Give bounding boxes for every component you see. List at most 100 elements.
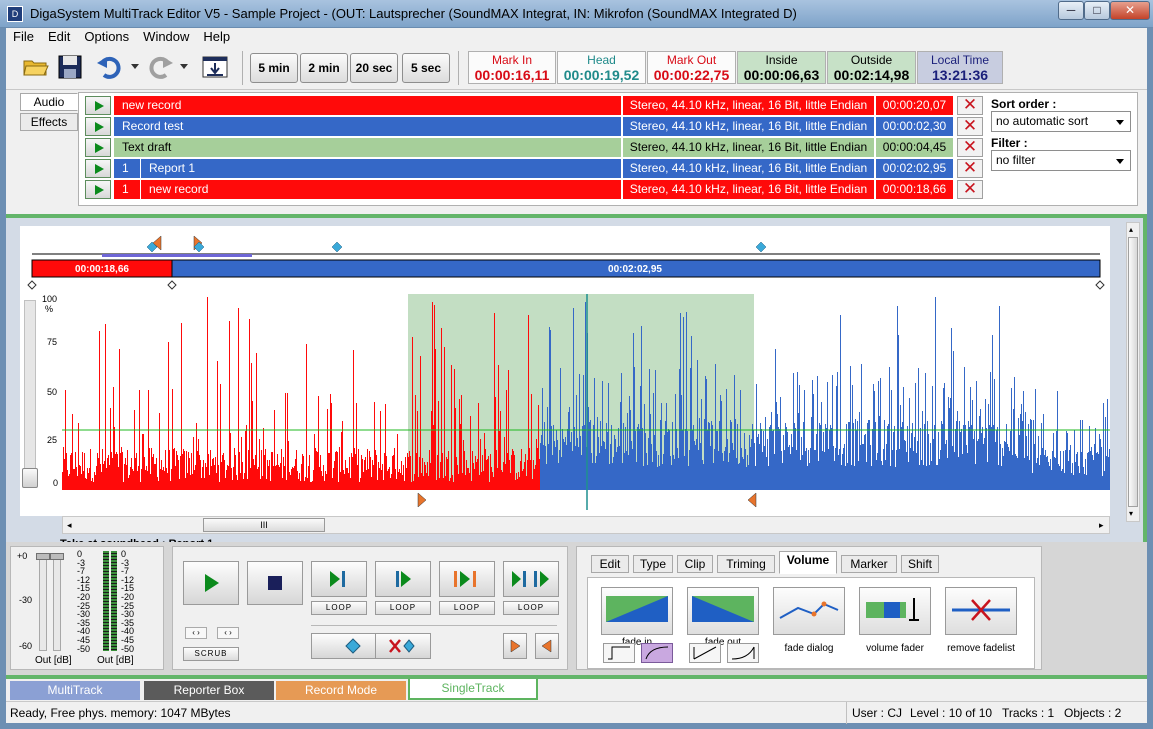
fade-out-button[interactable] bbox=[687, 587, 759, 635]
fader-left[interactable] bbox=[39, 553, 47, 651]
gain-slider-thumb[interactable] bbox=[22, 468, 38, 488]
redo-dropdown-icon[interactable] bbox=[179, 63, 189, 71]
play-object-button[interactable] bbox=[85, 117, 111, 136]
fade-dialog-button[interactable] bbox=[773, 587, 845, 635]
object-row[interactable]: 1 new record Stereo, 44.10 kHz, linear, 16… bbox=[85, 180, 991, 199]
waveform-canvas[interactable] bbox=[62, 294, 1110, 490]
tab-marker[interactable]: Marker bbox=[841, 555, 897, 573]
scroll-left-icon[interactable]: ◂ bbox=[67, 520, 72, 531]
menu-edit[interactable]: Edit bbox=[41, 28, 77, 44]
segment-handle-icon[interactable] bbox=[167, 280, 177, 290]
fade-in-button[interactable] bbox=[601, 587, 673, 635]
curve-s-button[interactable] bbox=[727, 643, 759, 663]
menu-file[interactable]: File bbox=[6, 28, 41, 44]
fader-right[interactable] bbox=[53, 553, 61, 651]
scroll-up-icon[interactable]: ▴ bbox=[1129, 225, 1133, 234]
zoom-5sec-button[interactable]: 5 sec bbox=[402, 53, 450, 83]
scroll-thumb[interactable]: III bbox=[203, 518, 325, 532]
menu-options[interactable]: Options bbox=[77, 28, 136, 44]
bottom-tab-reporter-box[interactable]: Reporter Box bbox=[144, 681, 274, 700]
open-folder-icon[interactable] bbox=[22, 53, 50, 81]
delete-marker-button[interactable] bbox=[375, 633, 431, 659]
play-to-marker-button[interactable] bbox=[311, 561, 367, 597]
play-selection-button[interactable] bbox=[439, 561, 495, 597]
play-object-button[interactable] bbox=[85, 96, 111, 115]
object-row[interactable]: Record test Stereo, 44.10 kHz, linear, 16… bbox=[85, 117, 991, 136]
tab-triming[interactable]: Triming bbox=[717, 555, 775, 573]
delete-object-icon[interactable]: ✕ bbox=[957, 180, 983, 199]
play-object-button[interactable] bbox=[85, 138, 111, 157]
play-outside-button[interactable] bbox=[503, 561, 559, 597]
minimize-button[interactable]: ─ bbox=[1058, 1, 1084, 20]
volume-fader-button[interactable] bbox=[859, 587, 931, 635]
import-icon[interactable] bbox=[201, 53, 229, 81]
loop-button-4[interactable]: LOOP bbox=[503, 601, 559, 615]
next-flag-button[interactable] bbox=[503, 633, 527, 659]
delete-object-icon[interactable]: ✕ bbox=[957, 117, 983, 136]
curve-exp-button[interactable] bbox=[641, 643, 673, 663]
gain-slider-track[interactable] bbox=[24, 300, 36, 486]
tab-shift[interactable]: Shift bbox=[901, 555, 939, 573]
menu-bar: File Edit Options Window Help bbox=[6, 28, 1147, 47]
play-from-marker-button[interactable] bbox=[375, 561, 431, 597]
nudge-right-button[interactable]: ‹ › bbox=[217, 627, 239, 639]
loop-button-1[interactable]: LOOP bbox=[311, 601, 367, 615]
horizontal-scrollbar[interactable]: ◂ III ▸ bbox=[62, 516, 1110, 534]
nudge-left-button[interactable]: ‹ › bbox=[185, 627, 207, 639]
redo-icon[interactable] bbox=[146, 53, 174, 81]
segment-handle-icon[interactable] bbox=[1095, 280, 1105, 290]
curve-log-button[interactable] bbox=[603, 643, 635, 663]
remove-fadelist-button[interactable] bbox=[945, 587, 1017, 635]
object-row[interactable]: 1 Report 1 Stereo, 44.10 kHz, linear, 16 B… bbox=[85, 159, 991, 178]
play-object-button[interactable] bbox=[85, 159, 111, 178]
menu-window[interactable]: Window bbox=[136, 28, 196, 44]
tab-effects[interactable]: Effects bbox=[20, 113, 78, 131]
fader-thumb[interactable] bbox=[50, 553, 64, 560]
menu-help[interactable]: Help bbox=[196, 28, 237, 44]
scroll-down-icon[interactable]: ▾ bbox=[1129, 509, 1133, 518]
vscroll-thumb[interactable] bbox=[1128, 237, 1138, 507]
loop-button-2[interactable]: LOOP bbox=[375, 601, 431, 615]
delete-object-icon[interactable]: ✕ bbox=[957, 138, 983, 157]
segment-handle-icon[interactable] bbox=[27, 280, 37, 290]
prev-flag-button[interactable] bbox=[535, 633, 559, 659]
zoom-20sec-button[interactable]: 20 sec bbox=[350, 53, 398, 83]
play-object-button[interactable] bbox=[85, 180, 111, 199]
play-button[interactable] bbox=[183, 561, 239, 605]
tab-clip[interactable]: Clip bbox=[677, 555, 713, 573]
scrub-button[interactable]: SCRUB bbox=[183, 647, 239, 661]
close-button[interactable]: ✕ bbox=[1110, 1, 1150, 20]
zoom-2min-button[interactable]: 2 min bbox=[300, 53, 348, 83]
stop-button[interactable] bbox=[247, 561, 303, 605]
undo-icon[interactable] bbox=[96, 53, 124, 81]
waveform-view[interactable]: 100 % 75 50 25 0 bbox=[20, 294, 1110, 516]
fader-thumb[interactable] bbox=[36, 553, 50, 560]
marker-diamond-icon[interactable] bbox=[331, 241, 343, 253]
sort-order-select[interactable]: no automatic sort bbox=[991, 111, 1131, 132]
marker-diamond-icon[interactable] bbox=[755, 241, 767, 253]
object-row[interactable]: new record Stereo, 44.10 kHz, linear, 16 … bbox=[85, 96, 991, 115]
delete-object-icon[interactable]: ✕ bbox=[957, 96, 983, 115]
loop-button-3[interactable]: LOOP bbox=[439, 601, 495, 615]
tab-volume[interactable]: Volume bbox=[779, 551, 837, 574]
tab-type[interactable]: Type bbox=[633, 555, 673, 573]
curve-linear-button[interactable] bbox=[689, 643, 721, 663]
marker-strip[interactable] bbox=[62, 490, 1110, 510]
maximize-button[interactable]: □ bbox=[1084, 1, 1110, 20]
bottom-tab-record-mode[interactable]: Record Mode bbox=[276, 681, 406, 700]
timeline-overview[interactable]: 00:00:18,66 00:02:02,95 bbox=[20, 226, 1110, 294]
bottom-tab-multitrack[interactable]: MultiTrack bbox=[10, 681, 140, 700]
fade-dialog-icon bbox=[779, 601, 839, 619]
meter-scale-left-mid: -30 bbox=[19, 595, 33, 605]
filter-select[interactable]: no filter bbox=[991, 150, 1131, 171]
vertical-scrollbar[interactable]: ▴ ▾ bbox=[1126, 222, 1140, 522]
undo-dropdown-icon[interactable] bbox=[130, 63, 140, 71]
object-row[interactable]: Text draft Stereo, 44.10 kHz, linear, 16 … bbox=[85, 138, 991, 157]
tab-edit[interactable]: Edit bbox=[591, 555, 629, 573]
tab-audio[interactable]: Audio bbox=[20, 93, 78, 111]
delete-object-icon[interactable]: ✕ bbox=[957, 159, 983, 178]
bottom-tab-singletrack[interactable]: SingleTrack bbox=[408, 679, 538, 700]
save-icon[interactable] bbox=[56, 53, 84, 81]
zoom-5min-button[interactable]: 5 min bbox=[250, 53, 298, 83]
scroll-right-icon[interactable]: ▸ bbox=[1099, 520, 1104, 531]
